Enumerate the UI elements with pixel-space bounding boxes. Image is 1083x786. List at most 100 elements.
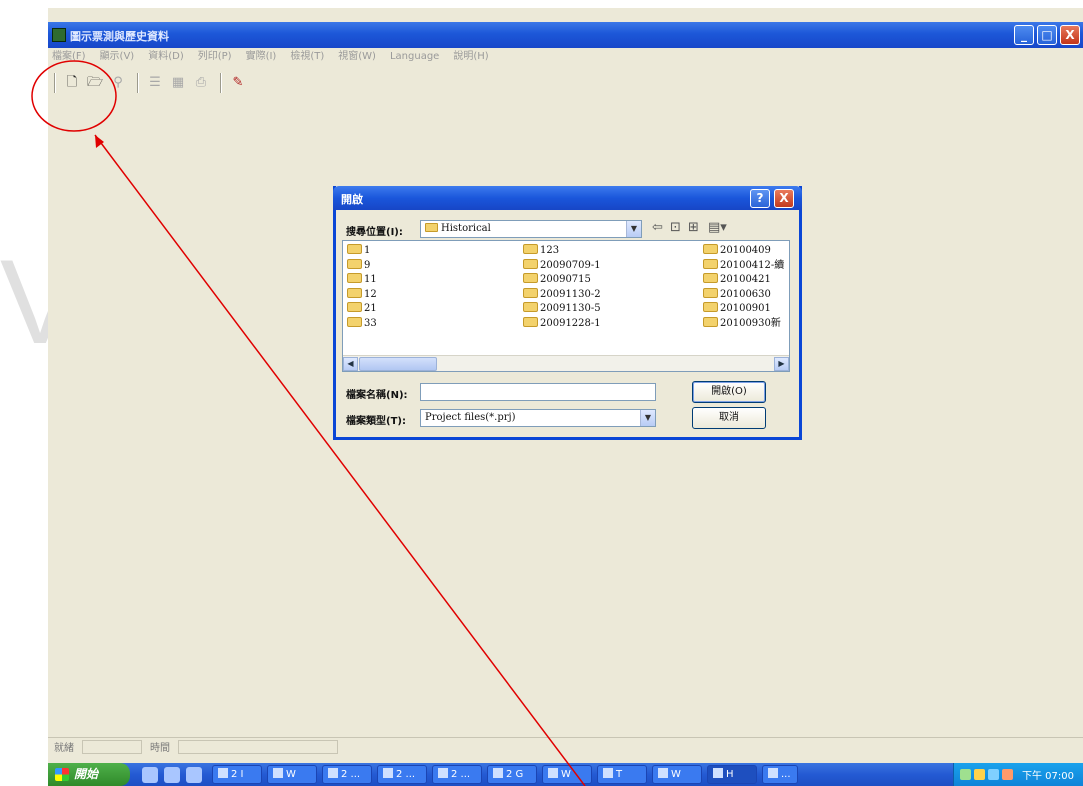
file-name-input[interactable] <box>420 383 656 401</box>
ie-icon[interactable] <box>186 766 202 783</box>
security-icon[interactable] <box>988 769 999 780</box>
list-view-icon[interactable]: ☰ <box>145 73 165 93</box>
network-icon[interactable] <box>960 769 971 780</box>
taskbar-item[interactable]: 2 ... <box>377 765 427 784</box>
menu-item-tools[interactable]: 檢視(T) <box>290 48 324 66</box>
browser-icon[interactable] <box>164 766 180 783</box>
volume-icon[interactable] <box>974 769 985 780</box>
taskbar-item[interactable]: W <box>652 765 702 784</box>
update-icon[interactable] <box>1002 769 1013 780</box>
list-item[interactable]: 20091130-2 <box>523 287 673 303</box>
scroll-right-icon[interactable]: ▶ <box>774 357 789 371</box>
taskbar-item[interactable]: 2 ... <box>322 765 372 784</box>
folder-icon <box>523 258 538 269</box>
view-menu-icon[interactable]: ▤▾ <box>708 220 727 235</box>
file-list[interactable]: 1 9 11 12 21 33 123 20090709-1 20090715 … <box>342 240 790 372</box>
help-pointer-icon[interactable]: ✎ <box>228 73 248 93</box>
status-bar: 就緒 時間 <box>48 737 1083 755</box>
app-icon <box>52 28 66 42</box>
back-icon[interactable]: ⇦ <box>652 220 663 235</box>
open-button[interactable]: 開啟(O) <box>692 381 766 403</box>
app-icon <box>658 768 668 778</box>
folder-icon <box>703 316 718 327</box>
menu-item-view[interactable]: 顯示(V) <box>100 48 135 66</box>
screen: V 圖示票測與歷史資料 _ □ X 檔案(F) 顯示(V) 資料(D) 列印(P… <box>0 0 1083 786</box>
table-view-icon[interactable]: ▦ <box>168 73 188 93</box>
minimize-button[interactable]: _ <box>1014 25 1034 45</box>
list-item[interactable]: 21 <box>347 302 497 317</box>
folder-name: 20090715 <box>540 274 591 285</box>
list-item[interactable]: 20100409 <box>703 244 789 259</box>
menu-item-language[interactable]: Language <box>390 48 439 66</box>
scroll-thumb[interactable] <box>359 357 437 371</box>
file-column: 1 9 11 12 21 33 <box>347 244 497 331</box>
taskbar-item-active[interactable]: H <box>707 765 757 784</box>
print-icon[interactable]: ⎙ <box>191 73 211 93</box>
taskbar-item[interactable]: W <box>542 765 592 784</box>
file-name-label: 檔案名稱(N): <box>346 390 408 401</box>
desktop-icon[interactable] <box>142 766 158 783</box>
folder-name: 20100630 <box>720 288 771 300</box>
maximize-button[interactable]: □ <box>1037 25 1057 45</box>
open-folder-icon[interactable]: 🗁 <box>85 73 105 93</box>
menu-item-data[interactable]: 資料(D) <box>148 48 184 66</box>
list-item[interactable]: 123 <box>523 244 673 259</box>
list-item[interactable]: 11 <box>347 273 497 288</box>
task-label: W <box>286 769 296 780</box>
menu-item-actual[interactable]: 實際(I) <box>246 48 277 66</box>
list-item[interactable]: 20100901 <box>703 302 789 317</box>
taskbar-item[interactable]: ... <box>762 765 798 784</box>
app-icon <box>768 768 778 778</box>
dropdown-arrow-icon[interactable]: ▼ <box>626 221 641 237</box>
list-item[interactable]: 20090715 <box>523 273 673 288</box>
taskbar-item[interactable]: T <box>597 765 647 784</box>
save-icon[interactable]: ⚲ <box>108 73 128 93</box>
file-type-combo[interactable]: Project files(*.prj) ▼ <box>420 409 656 427</box>
app-icon <box>548 768 558 778</box>
list-item[interactable]: 20100630 <box>703 287 789 303</box>
list-item[interactable]: 33 <box>347 316 497 332</box>
taskbar-item[interactable]: 2 ... <box>432 765 482 784</box>
menu-item-file[interactable]: 檔案(F) <box>52 48 86 66</box>
new-file-icon[interactable]: 🗋 <box>62 73 82 93</box>
start-button[interactable]: 開始 <box>48 763 130 786</box>
list-item[interactable]: 12 <box>347 287 497 303</box>
menu-bar: 檔案(F) 顯示(V) 資料(D) 列印(P) 實際(I) 檢視(T) 視窗(W… <box>48 48 1083 66</box>
app-title: 圖示票測與歷史資料 <box>70 30 169 43</box>
file-type-value: Project files(*.prj) <box>425 412 516 423</box>
menu-item-help[interactable]: 說明(H) <box>453 48 488 66</box>
dialog-help-button[interactable]: ? <box>750 189 770 208</box>
menu-item-print[interactable]: 列印(P) <box>198 48 232 66</box>
app-titlebar[interactable]: 圖示票測與歷史資料 _ □ X <box>48 22 1083 48</box>
taskbar-item[interactable]: 2 G <box>487 765 537 784</box>
menu-item-window[interactable]: 視窗(W) <box>338 48 376 66</box>
list-item[interactable]: 20091130-5 <box>523 302 673 317</box>
list-item[interactable]: 20091228-1 <box>523 316 673 332</box>
list-item[interactable]: 9 <box>347 258 497 274</box>
scroll-left-icon[interactable]: ◀ <box>343 357 358 371</box>
folder-icon <box>523 244 538 254</box>
up-folder-icon[interactable]: ⊡ <box>670 220 681 235</box>
list-item[interactable]: 20100421 <box>703 273 789 288</box>
dialog-titlebar[interactable]: 開啟 ? X <box>333 186 802 210</box>
folder-name: 11 <box>364 274 377 285</box>
list-item[interactable]: 20090709-1 <box>523 258 673 274</box>
folder-icon <box>347 316 362 327</box>
app-icon <box>218 768 228 778</box>
close-button[interactable]: X <box>1060 25 1080 45</box>
app-icon <box>603 768 613 778</box>
task-label: W <box>561 769 571 780</box>
cancel-button[interactable]: 取消 <box>692 407 766 429</box>
dropdown-arrow-icon[interactable]: ▼ <box>640 410 655 426</box>
dialog-close-button[interactable]: X <box>774 189 794 208</box>
list-item[interactable]: 1 <box>347 244 497 259</box>
new-folder-icon[interactable]: ⊞ <box>688 220 699 235</box>
status-ready: 就緒 <box>54 743 74 754</box>
taskbar-item[interactable]: 2 I <box>212 765 262 784</box>
list-item[interactable]: 20100412-續 <box>703 258 789 274</box>
horizontal-scrollbar[interactable]: ◀ ▶ <box>343 355 789 371</box>
taskbar-item[interactable]: W <box>267 765 317 784</box>
look-in-combo[interactable]: Historical ▼ <box>420 220 642 238</box>
list-item[interactable]: 20100930新 <box>703 316 789 332</box>
task-label: T <box>616 769 623 780</box>
